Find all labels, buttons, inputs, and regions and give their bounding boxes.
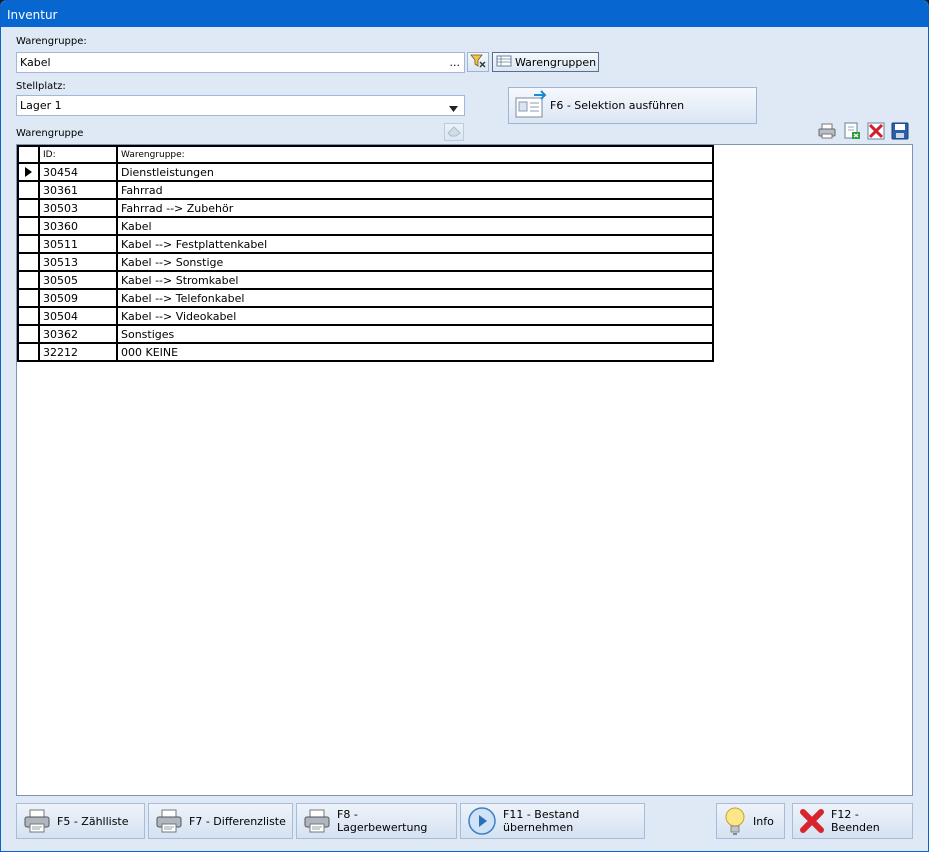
lagerbewertung-button[interactable]: F8 - Lagerbewertung xyxy=(296,803,457,839)
table-row[interactable]: 30511 Kabel --> Festplattenkabel xyxy=(17,234,714,254)
printer-icon xyxy=(303,808,331,834)
differenzliste-button[interactable]: F7 - Differenzliste xyxy=(148,803,293,839)
filter-icon xyxy=(470,54,486,71)
cell-warengruppe[interactable]: Kabel --> Videokabel xyxy=(116,306,714,326)
zaehlliste-button[interactable]: F5 - Zählliste xyxy=(16,803,145,839)
close-icon xyxy=(799,808,825,834)
column-header-id[interactable]: ID: xyxy=(38,145,118,164)
print-grid-button[interactable] xyxy=(816,122,838,142)
lightbulb-icon xyxy=(723,805,747,837)
row-selector[interactable] xyxy=(17,180,40,200)
warengruppe-input[interactable]: Kabel ... xyxy=(16,52,465,73)
cell-warengruppe[interactable]: Kabel --> Festplattenkabel xyxy=(116,234,714,254)
row-selector[interactable] xyxy=(17,162,40,182)
table-row[interactable]: 30360 Kabel xyxy=(17,216,714,236)
warengruppe-value: Kabel xyxy=(20,56,51,69)
info-button[interactable]: Info xyxy=(716,803,785,839)
warengruppen-button[interactable]: Warengruppen xyxy=(492,52,599,72)
cell-warengruppe[interactable]: 000 KEINE xyxy=(116,342,714,362)
beenden-button-label: F12 - Beenden xyxy=(831,808,880,834)
cell-id[interactable]: 30511 xyxy=(38,234,118,254)
differenzliste-button-label: F7 - Differenzliste xyxy=(189,814,286,828)
grid-table: ID: Warengruppe: 30454 Dienstleistungen 30… xyxy=(17,145,714,362)
table-row[interactable]: 30509 Kabel --> Telefonkabel xyxy=(17,288,714,308)
chevron-down-icon[interactable] xyxy=(449,102,458,115)
cell-id[interactable]: 30509 xyxy=(38,288,118,308)
ellipsis-button[interactable]: ... xyxy=(450,56,461,69)
cell-id[interactable]: 30362 xyxy=(38,324,118,344)
selektion-button[interactable]: F6 - Selektion ausführen xyxy=(508,87,757,124)
stellplatz-label: Stellplatz: xyxy=(16,81,66,92)
cell-warengruppe[interactable]: Sonstiges xyxy=(116,324,714,344)
cell-id[interactable]: 30505 xyxy=(38,270,118,290)
bestand-uebernehmen-button[interactable]: F11 - Bestand übernehmen xyxy=(460,803,645,839)
filter-clear-button[interactable] xyxy=(467,52,489,72)
stellplatz-value: Lager 1 xyxy=(20,99,62,112)
warengruppe-grid: ID: Warengruppe: 30454 Dienstleistungen 30… xyxy=(16,144,913,796)
table-row[interactable]: 32212 000 KEINE xyxy=(17,342,714,362)
selektion-button-label: F6 - Selektion ausführen xyxy=(550,99,685,112)
info-button-label: Info xyxy=(753,814,774,828)
table-row[interactable]: 30505 Kabel --> Stromkabel xyxy=(17,270,714,290)
current-row-arrow-icon xyxy=(19,167,38,177)
save-icon xyxy=(891,122,909,143)
table-row[interactable]: 30362 Sonstiges xyxy=(17,324,714,344)
cell-warengruppe[interactable]: Kabel --> Telefonkabel xyxy=(116,288,714,308)
row-selector-header xyxy=(17,145,40,164)
cell-warengruppe[interactable]: Kabel xyxy=(116,216,714,236)
window-title: Inventur xyxy=(7,8,58,22)
table-row[interactable]: 30504 Kabel --> Videokabel xyxy=(17,306,714,326)
cell-warengruppe[interactable]: Kabel --> Stromkabel xyxy=(116,270,714,290)
eraser-icon xyxy=(447,125,461,140)
table-row[interactable]: 30513 Kabel --> Sonstige xyxy=(17,252,714,272)
cell-id[interactable]: 30513 xyxy=(38,252,118,272)
printer-icon xyxy=(818,123,836,142)
row-selector[interactable] xyxy=(17,306,40,326)
cell-id[interactable]: 32212 xyxy=(38,342,118,362)
lagerbewertung-button-label: F8 - Lagerbewertung xyxy=(337,808,428,834)
inventur-window: Inventur Warengruppe: Kabel ... Warengru… xyxy=(0,0,929,852)
cell-id[interactable]: 30361 xyxy=(38,180,118,200)
row-selector[interactable] xyxy=(17,198,40,218)
table-icon xyxy=(496,54,512,71)
row-selector[interactable] xyxy=(17,234,40,254)
zaehlliste-button-label: F5 - Zählliste xyxy=(57,814,129,828)
cell-id[interactable]: 30360 xyxy=(38,216,118,236)
warengruppen-button-label: Warengruppen xyxy=(515,55,597,69)
row-selector[interactable] xyxy=(17,270,40,290)
table-row[interactable]: 30454 Dienstleistungen xyxy=(17,162,714,182)
cell-warengruppe[interactable]: Fahrrad xyxy=(116,180,714,200)
play-icon xyxy=(467,806,497,836)
cell-warengruppe[interactable]: Kabel --> Sonstige xyxy=(116,252,714,272)
cell-warengruppe[interactable]: Dienstleistungen xyxy=(116,162,714,182)
bestand-uebernehmen-button-label: F11 - Bestand übernehmen xyxy=(503,808,580,834)
row-selector[interactable] xyxy=(17,288,40,308)
cell-id[interactable]: 30503 xyxy=(38,198,118,218)
printer-icon xyxy=(23,808,51,834)
table-row[interactable]: 30503 Fahrrad --> Zubehör xyxy=(17,198,714,218)
export-icon xyxy=(843,122,861,143)
column-header-warengruppe[interactable]: Warengruppe: xyxy=(116,145,714,164)
table-row[interactable]: 30361 Fahrrad xyxy=(17,180,714,200)
grid-header-row: ID: Warengruppe: xyxy=(17,145,714,164)
row-selector[interactable] xyxy=(17,324,40,344)
grid-action-button[interactable] xyxy=(444,123,464,141)
selection-run-icon xyxy=(514,89,548,122)
cell-warengruppe[interactable]: Fahrrad --> Zubehör xyxy=(116,198,714,218)
warengruppe-label: Warengruppe: xyxy=(16,36,87,47)
delete-icon xyxy=(867,122,885,143)
beenden-button[interactable]: F12 - Beenden xyxy=(792,803,913,839)
export-grid-button[interactable] xyxy=(841,122,863,142)
delete-grid-button[interactable] xyxy=(865,122,887,142)
cell-id[interactable]: 30454 xyxy=(38,162,118,182)
title-bar: Inventur xyxy=(1,1,928,27)
row-selector[interactable] xyxy=(17,342,40,362)
grid-caption: Warengruppe xyxy=(16,128,84,139)
row-selector[interactable] xyxy=(17,252,40,272)
cell-id[interactable]: 30504 xyxy=(38,306,118,326)
printer-icon xyxy=(155,808,183,834)
stellplatz-select[interactable]: Lager 1 xyxy=(16,95,465,116)
save-grid-button[interactable] xyxy=(889,122,911,142)
row-selector[interactable] xyxy=(17,216,40,236)
